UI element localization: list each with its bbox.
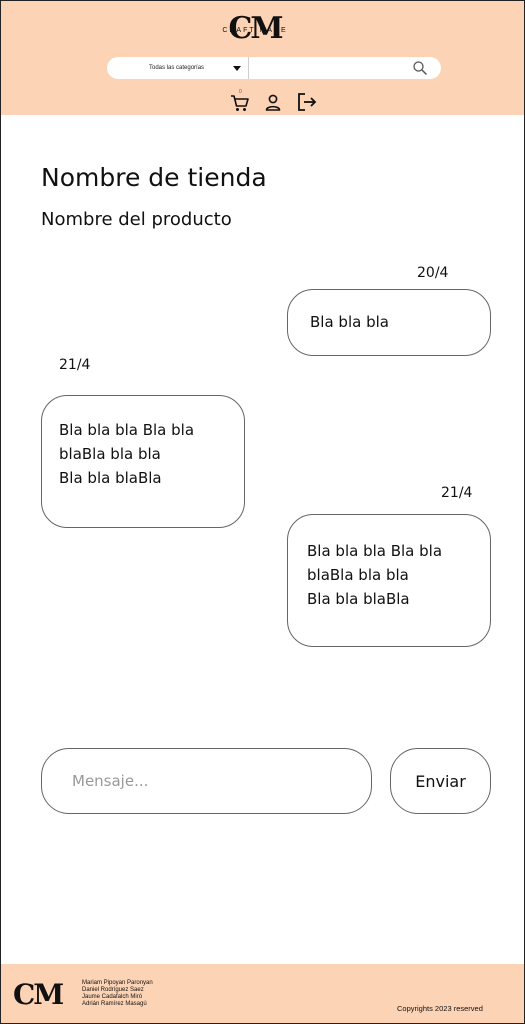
- header-actions: 0: [229, 89, 321, 115]
- message-composer: [41, 748, 372, 814]
- message-text: Bla bla bla: [310, 310, 389, 334]
- category-select[interactable]: Todas las categorías: [107, 57, 249, 79]
- cart-button[interactable]: 0: [229, 89, 251, 113]
- message-input[interactable]: [72, 769, 352, 793]
- message-bubble: Bla bla bla Bla bla blaBla bla bla Bla b…: [287, 514, 491, 647]
- message-line: Bla bla blaBla: [59, 469, 162, 487]
- dropdown-arrow-icon[interactable]: [233, 66, 241, 71]
- search-icon[interactable]: [412, 60, 428, 76]
- logo-subtitle: CRAFT MADE: [222, 27, 288, 34]
- copyright: Copyrights 2023 reserved: [397, 1004, 483, 1013]
- message-text: Bla bla bla Bla bla blaBla bla bla Bla b…: [59, 418, 194, 490]
- category-select-label: Todas las categorías: [149, 65, 205, 71]
- message-date: 21/4: [59, 357, 91, 373]
- author-name: Adrián Ramírez Masagú: [82, 1001, 147, 1007]
- author-name: Jaume Cadafalch Miró: [82, 994, 143, 1000]
- send-button[interactable]: Enviar: [390, 748, 491, 814]
- search-bar: Todas las categorías: [107, 57, 441, 79]
- message-line: blaBla bla bla: [59, 445, 161, 463]
- message-date: 21/4: [441, 485, 473, 501]
- logout-icon: [298, 93, 317, 111]
- cart-badge: 0: [239, 89, 242, 95]
- author-name: Daniel Rodríguez Saez: [82, 987, 144, 993]
- message-line: Bla bla bla: [310, 313, 389, 331]
- message-line: blaBla bla bla: [307, 566, 409, 584]
- message-line: Bla bla blaBla: [307, 590, 410, 608]
- author-name: Mariam Pipoyan Paronyan: [82, 980, 153, 986]
- message-line: Bla bla bla Bla bla: [59, 421, 195, 439]
- logout-button[interactable]: [296, 91, 318, 113]
- message-line: Bla bla bla Bla bla: [307, 542, 443, 560]
- header: CM CRAFT MADE Todas las categorías 0: [1, 1, 524, 115]
- authors-list: Mariam Pipoyan Paronyan Daniel Rodríguez…: [82, 980, 242, 1008]
- message-bubble: Bla bla bla: [287, 289, 491, 356]
- message-date: 20/4: [417, 265, 449, 281]
- page: CM CRAFT MADE Todas las categorías 0 Nom…: [0, 0, 525, 1024]
- product-title: Nombre del producto: [41, 209, 232, 230]
- user-button[interactable]: [262, 91, 284, 113]
- message-text: Bla bla bla Bla bla blaBla bla bla Bla b…: [307, 539, 442, 611]
- logo[interactable]: CM CRAFT MADE: [211, 11, 299, 47]
- footer-logo: CM: [13, 978, 64, 1011]
- footer: CM Mariam Pipoyan Paronyan Daniel Rodríg…: [1, 964, 524, 1023]
- store-title: Nombre de tienda: [41, 163, 267, 192]
- user-icon: [265, 94, 281, 111]
- message-bubble: Bla bla bla Bla bla blaBla bla bla Bla b…: [41, 395, 245, 528]
- search-input[interactable]: [251, 59, 407, 77]
